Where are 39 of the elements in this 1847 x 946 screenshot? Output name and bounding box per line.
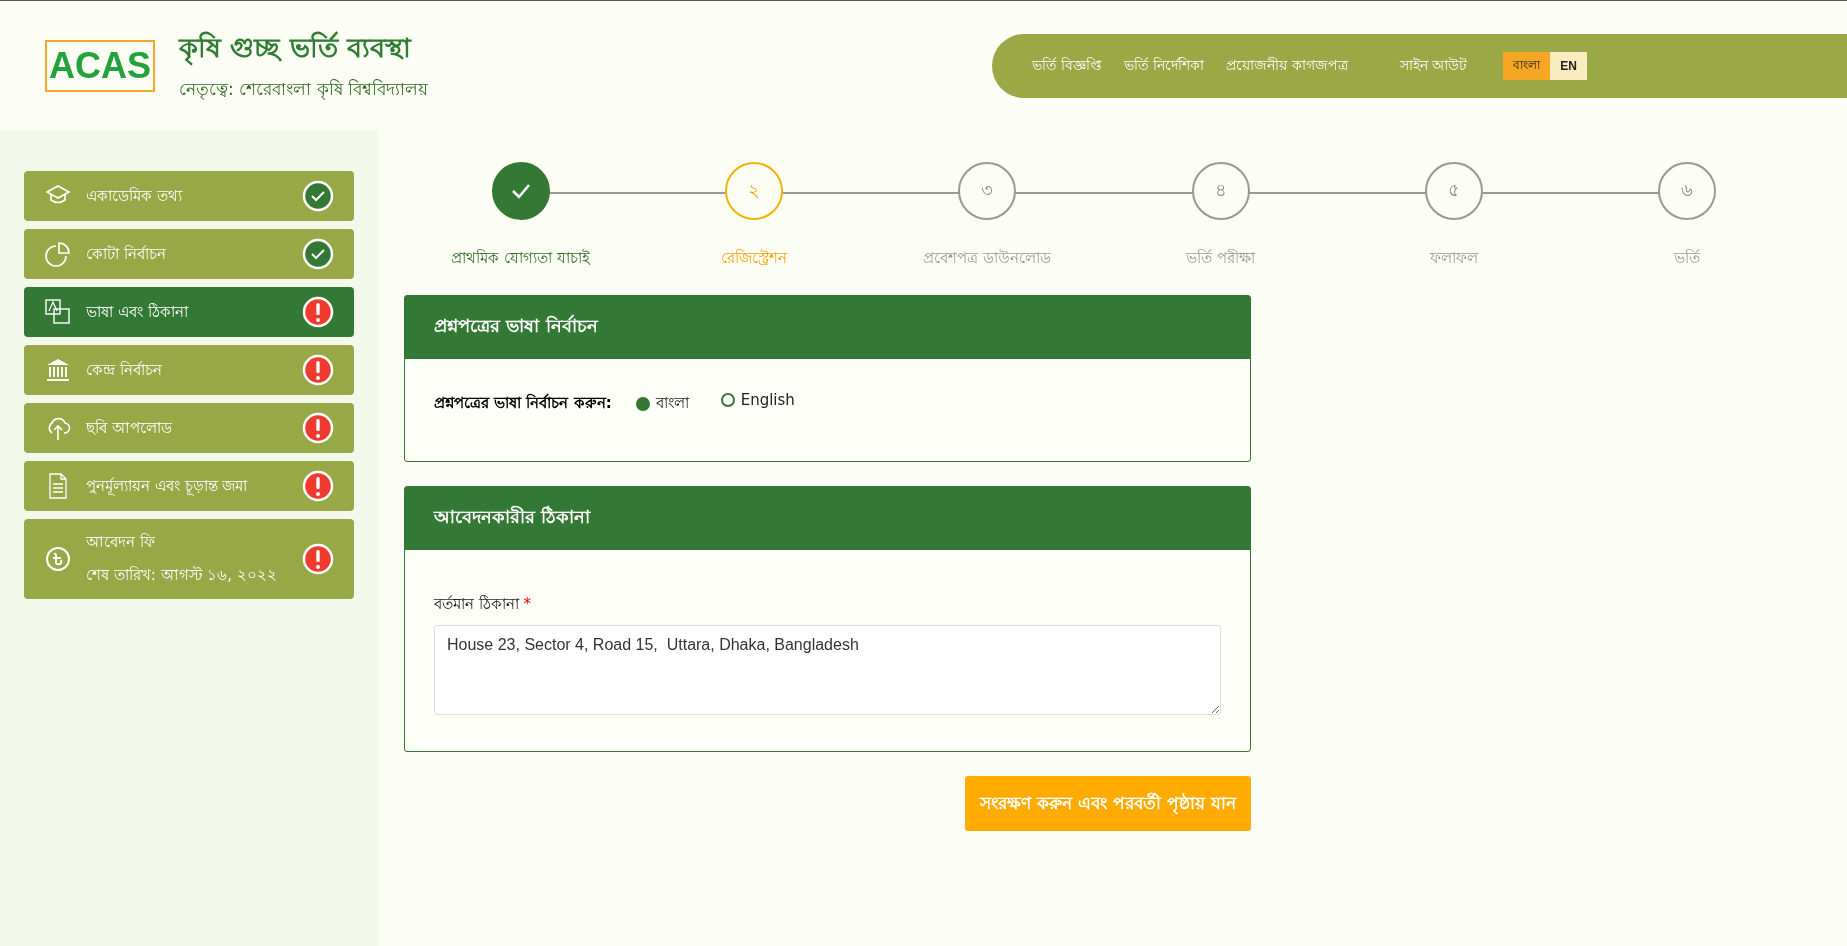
step-circle: ৬ — [1658, 162, 1717, 220]
sidebar-item[interactable]: পুনর্মূল্যায়ন এবং চূড়ান্ত জমা — [24, 461, 354, 511]
site-title: কৃষি গুচ্ছ ভর্তি ব্যবস্থা — [179, 27, 428, 72]
nav-link[interactable]: ভর্তি বিজ্ঞপ্তি — [1031, 53, 1102, 78]
question-label: প্রশ্নপত্রের ভাষা নির্বাচন করুন: — [434, 392, 612, 414]
language-radio[interactable]: English — [720, 391, 795, 409]
step-circle: ৪ — [1191, 162, 1250, 220]
language-toggle[interactable]: EN — [1550, 51, 1587, 80]
logo: ACAS — [45, 39, 155, 92]
step-label: রেজিস্ট্রেশন — [721, 248, 787, 269]
translate-icon — [44, 298, 72, 326]
step-label: ভর্তি পরীক্ষা — [1186, 248, 1256, 269]
pie-icon — [44, 240, 72, 268]
nav-link[interactable]: ভর্তি নির্দেশিকা — [1123, 53, 1205, 78]
step-circle: ৫ — [1425, 162, 1483, 220]
sidebar-item[interactable]: ভাষা এবং ঠিকানা — [24, 287, 354, 337]
step-label: প্রাথমিক যোগ্যতা যাচাই — [451, 248, 590, 269]
panel-title: প্রশ্নপত্রের ভাষা নির্বাচন — [405, 296, 1250, 359]
nav-link[interactable]: সাইন আউট — [1399, 53, 1468, 78]
save-next-button[interactable]: সংরক্ষণ করুন এবং পরবর্তী পৃষ্ঠায় যান — [965, 776, 1251, 831]
language-toggle[interactable]: বাংলা — [1503, 51, 1551, 80]
step-circle: ৩ — [958, 162, 1017, 220]
sidebar-item[interactable]: কেন্দ্র নির্বাচন — [24, 345, 354, 395]
step-circle: ২ — [725, 162, 783, 220]
language-radio[interactable]: বাংলা — [635, 391, 689, 416]
sidebar-item[interactable]: কোটা নির্বাচন — [24, 229, 354, 279]
sidebar-item[interactable]: আবেদন ফি শেষ তারিখ: আগস্ট ১৬, ২০২২ — [24, 519, 354, 599]
bank-icon — [44, 356, 72, 384]
step-label: প্রবেশপত্র ডাউনলোড — [923, 248, 1052, 269]
step-label: ফলাফল — [1430, 248, 1478, 269]
sidebar-item[interactable]: ছবি আপলোড — [24, 403, 354, 453]
field-label: বর্তমান ঠিকানা * — [434, 594, 533, 615]
site-subtitle: নেতৃত্বে: শেরেবাংলা কৃষি বিশ্ববিদ্যালয় — [179, 78, 428, 102]
taka-icon — [44, 545, 72, 573]
sidebar-item[interactable]: একাডেমিক তথ্য — [24, 171, 354, 221]
nav-link[interactable]: প্রয়োজনীয় কাগজপত্র — [1226, 53, 1348, 78]
panel-title: আবেদনকারীর ঠিকানা — [405, 487, 1250, 550]
address-field[interactable]: House 23, Sector 4, Road 15, Uttara, Dhaka, Bangladesh — [434, 625, 1221, 715]
step-label: ভর্তি — [1674, 248, 1701, 269]
